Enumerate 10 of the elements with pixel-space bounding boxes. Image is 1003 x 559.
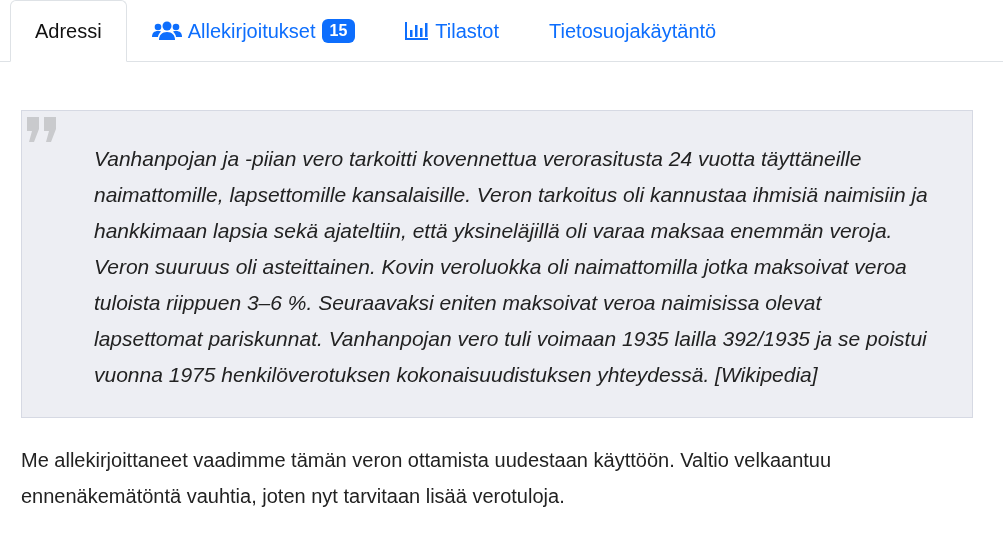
bar-chart-icon <box>405 21 430 41</box>
quote-mark-icon <box>27 117 57 143</box>
tab[interactable]: Adressi <box>10 0 127 62</box>
quote-text: Vanhanpojan ja -piian vero tarkoitti kovennettua verorasitusta 24 vuotta täyttäneille naimattomille, lapsettomille kansalaisille. Veron tarkoitus oli kannustaa ihmisiä naimisiin ja hankkimaan lapsia sekä ajateltiin, että yksineläjillä oli varaa maksaa enemmän veroja. Veron suuruus oli asteittainen. Kovin veroluokka oli naimattomilla jotka maksoivat veroa tuloista riippuen 3–6 %. Seuraavaksi eniten maksoivat veroa naimisissa olevat lapsettomat pariskunnat. Vanhanpojan vero tuli voimaan 1935 lailla 392/1935 ja se poistui vuonna 1975 henkilöverotuksen kokonaisuudistuksen yhteydessä. [Wikipedia] <box>94 146 929 388</box>
tab[interactable]: Allekirjoitukset 15 <box>126 0 381 62</box>
tab[interactable]: Tilastot <box>380 0 525 62</box>
tab[interactable]: Tietosuojakäytäntö <box>524 0 742 62</box>
paragraph: Me allekirjoittaneet vaadimme tämän veron ottamista uudestaan käyttöön. Valtio velkaantuu ennenäkemätöntä vauhtia, joten nyt tarvitaan lisää verotuloja. <box>21 448 833 509</box>
count-badge: 15 <box>321 19 356 43</box>
users-icon <box>151 21 182 41</box>
